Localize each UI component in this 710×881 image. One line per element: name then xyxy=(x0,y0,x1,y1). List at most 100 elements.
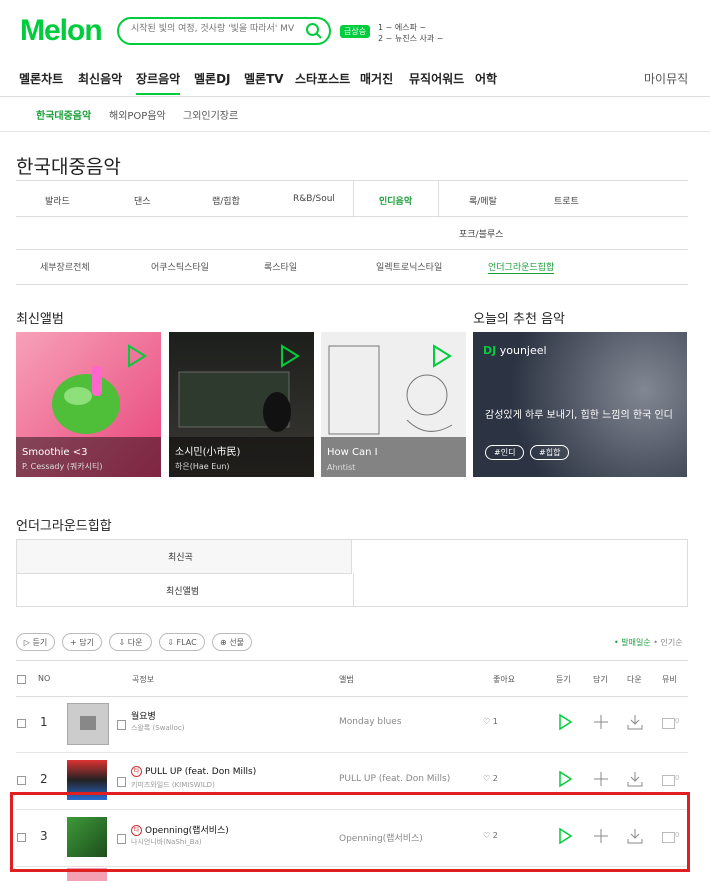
nav-language[interactable]: 어학 xyxy=(475,70,497,87)
subgenre-tab[interactable]: 어쿠스틱스타일 xyxy=(151,260,209,273)
new-albums-title: 최신앨범 xyxy=(16,312,64,327)
sub-nav: 한국대중음악 해외POP음악 그외인기장르 xyxy=(0,97,710,132)
genre-tab[interactable]: 트로트 xyxy=(554,194,579,207)
section-tab-latest-songs[interactable]: 최신곡 xyxy=(168,550,193,563)
genre-tab[interactable]: 발라드 xyxy=(45,194,70,207)
dj-description[interactable]: 감성있게 하루 보내기, 힙한 느낌의 한국 인디 xyxy=(485,406,673,421)
album-artist[interactable]: P. Cessady (쿼카시티) xyxy=(22,461,102,472)
mv-count: 0 xyxy=(675,717,680,725)
ticker-item[interactable]: 1 ~ 에스파 ~ xyxy=(378,22,443,33)
song-info-icon[interactable] xyxy=(117,777,126,787)
table-header: NO 곡정보 앨범 좋아요 듣기 담기 다운 뮤비 xyxy=(16,660,688,697)
dj-tag[interactable]: #인디 xyxy=(485,445,525,460)
title-track-badge: 타 xyxy=(131,766,142,777)
album-card[interactable]: How Can I Ahntist xyxy=(321,332,466,477)
nav-magazine[interactable]: 매거진 xyxy=(360,70,393,87)
col-listen: 듣기 xyxy=(556,675,571,684)
sort-options: • 발매일순 • 인기순 xyxy=(614,637,683,648)
melon-logo[interactable]: Melon xyxy=(20,14,103,48)
add-icon[interactable] xyxy=(592,770,610,788)
select-all-checkbox[interactable] xyxy=(17,675,26,684)
nav-awards[interactable]: 뮤직어워드 xyxy=(409,70,464,87)
col-add: 담기 xyxy=(593,675,608,684)
dj-name[interactable]: younjeel xyxy=(500,344,547,357)
col-no: NO xyxy=(38,674,51,683)
nav-latest[interactable]: 최신음악 xyxy=(78,70,122,87)
page-title: 한국대중음악 xyxy=(16,156,121,178)
subnav-pop[interactable]: 해외POP음악 xyxy=(109,107,166,122)
album-title[interactable]: Smoothie <3 xyxy=(22,447,87,458)
song-artist[interactable]: 키미즈와일드 (KIMISWILD) xyxy=(131,780,215,790)
song-title[interactable]: 월요병 xyxy=(131,709,156,722)
row-rank: 1 xyxy=(40,715,48,729)
play-icon[interactable] xyxy=(127,344,147,368)
album-card[interactable]: 소시민(小市民) 하은(Hae Eun) xyxy=(169,332,314,477)
search-input[interactable] xyxy=(129,23,303,35)
recommend-title: 오늘의 추천 음악 xyxy=(473,312,565,327)
listen-button[interactable]: ▷ 듣기 xyxy=(16,633,55,651)
subgenre-tab[interactable]: 록스타일 xyxy=(264,260,297,273)
search-icon[interactable] xyxy=(305,22,323,40)
sort-release[interactable]: • 발매일순 xyxy=(614,638,651,647)
song-title-line[interactable]: 타 PULL UP (feat. Don Mills) xyxy=(131,766,256,777)
row-thumbnail[interactable] xyxy=(67,703,109,745)
download-icon[interactable] xyxy=(626,770,644,788)
album-art xyxy=(52,366,120,434)
search-ticker[interactable]: 1 ~ 에스파 ~ 2 ~ 뉴진스 사과 ~ xyxy=(378,22,443,44)
flac-button[interactable]: ⇩ FLAC xyxy=(159,633,205,651)
subnav-kpop[interactable]: 한국대중음악 xyxy=(36,107,91,122)
dj-label: DJ xyxy=(483,344,497,357)
album-artist[interactable]: Ahntist xyxy=(327,463,355,472)
subnav-other[interactable]: 그외인기장르 xyxy=(183,107,238,122)
gift-button[interactable]: ⊕ 선물 xyxy=(212,633,252,651)
dj-recommend-card[interactable]: DJ younjeel 감성있게 하루 보내기, 힙한 느낌의 한국 인디 #인… xyxy=(473,332,687,477)
song-title[interactable]: PULL UP (feat. Don Mills) xyxy=(145,767,256,777)
genre-tab[interactable]: 랩/힙합 xyxy=(212,194,240,207)
like-button[interactable]: ♡ 1 xyxy=(483,717,498,726)
subgenre-tab[interactable]: 일렉트로닉스타일 xyxy=(376,260,442,273)
row-checkbox[interactable] xyxy=(17,719,26,728)
genre-tab[interactable]: 록/메탈 xyxy=(469,194,497,207)
play-icon[interactable] xyxy=(280,344,300,368)
like-button[interactable]: ♡ 2 xyxy=(483,774,498,783)
play-icon[interactable] xyxy=(556,770,574,788)
genre-tab[interactable]: 포크/블루스 xyxy=(459,227,503,240)
section-tab-latest-albums[interactable]: 최신앨범 xyxy=(166,584,199,597)
album-artist[interactable]: 하은(Hae Eun) xyxy=(175,461,230,472)
genre-tab-active[interactable]: 인디음악 xyxy=(379,194,412,207)
subgenre-tab-active[interactable]: 언더그라운드힙합 xyxy=(488,260,555,274)
play-icon[interactable] xyxy=(432,344,452,368)
nav-dj[interactable]: 멜론DJ xyxy=(194,70,231,87)
nav-starpost[interactable]: 스타포스트 xyxy=(295,70,350,87)
play-icon[interactable] xyxy=(556,713,574,731)
genre-tab[interactable]: R&B/Soul xyxy=(293,194,335,204)
main-nav: 멜론차트 최신음악 장르음악 멜론DJ 멜론TV 스타포스트 매거진 뮤직어워드… xyxy=(0,70,710,97)
sub-genre-tabs: 세부장르전체 어쿠스틱스타일 록스타일 일렉트로닉스타일 언더그라운드힙합 xyxy=(16,256,688,285)
album-card[interactable]: Smoothie <3 P. Cessady (쿼카시티) xyxy=(16,332,161,477)
album-title[interactable]: 소시민(小市民) xyxy=(175,443,240,458)
song-album[interactable]: PULL UP (feat. Don Mills) xyxy=(339,774,450,784)
download-icon[interactable] xyxy=(626,713,644,731)
song-info-icon[interactable] xyxy=(117,720,126,730)
nav-tv[interactable]: 멜론TV xyxy=(244,70,284,87)
add-button[interactable]: + 담기 xyxy=(62,633,102,651)
song-artist[interactable]: 스왈록 (Swalloc) xyxy=(131,723,185,733)
col-album: 앨범 xyxy=(339,675,354,684)
mv-icon[interactable] xyxy=(662,775,675,786)
search-box[interactable] xyxy=(117,17,331,45)
nav-chart[interactable]: 멜론차트 xyxy=(19,70,63,87)
album-title[interactable]: How Can I xyxy=(327,447,378,458)
row-checkbox[interactable] xyxy=(17,776,26,785)
trend-badge: 급상승 xyxy=(340,25,371,38)
ticker-item[interactable]: 2 ~ 뉴진스 사과 ~ xyxy=(378,33,443,44)
nav-mymusic[interactable]: 마이뮤직 xyxy=(644,70,688,87)
download-button[interactable]: ⇩ 다운 xyxy=(109,633,152,651)
genre-tab[interactable]: 댄스 xyxy=(134,194,151,207)
song-album[interactable]: Monday blues xyxy=(339,717,402,727)
dj-tag[interactable]: #힙합 xyxy=(530,445,570,460)
subgenre-tab[interactable]: 세부장르전체 xyxy=(40,260,90,273)
sort-popular[interactable]: • 인기순 xyxy=(653,638,682,647)
add-icon[interactable] xyxy=(592,713,610,731)
mv-icon[interactable] xyxy=(662,718,675,729)
nav-genre[interactable]: 장르음악 xyxy=(136,70,181,95)
